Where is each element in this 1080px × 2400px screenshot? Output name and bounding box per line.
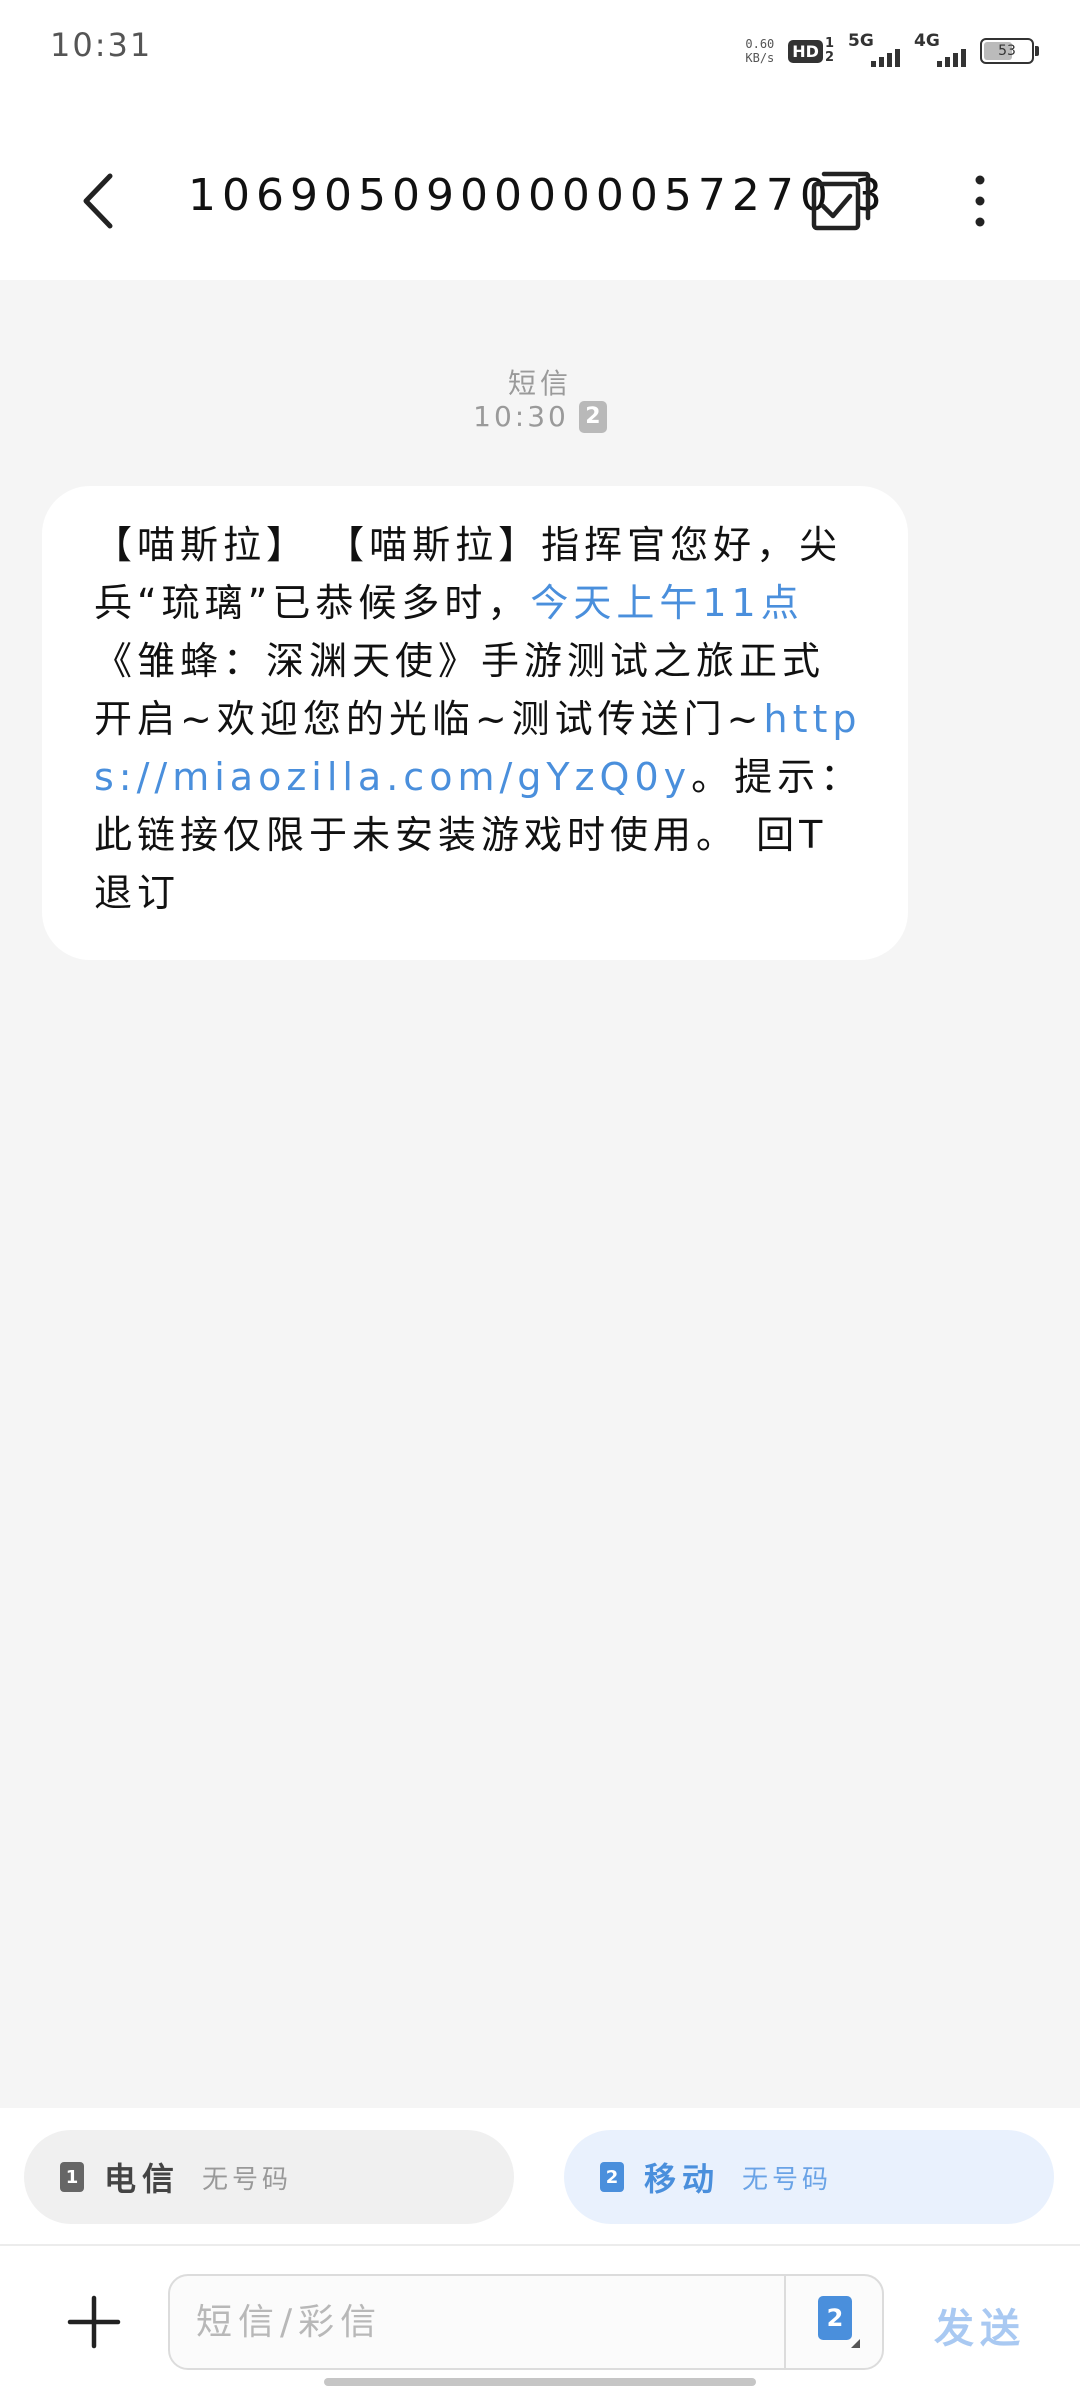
message-time-link[interactable]: 今天上午11点 [530,581,803,625]
more-options-button[interactable] [960,166,1000,236]
network-speed: 0.60 KB/s [745,37,774,65]
home-indicator[interactable] [324,2378,756,2386]
sender-number-title: 1069050900000057270 3 [188,170,888,221]
network-speed-value: 0.60 [745,37,775,51]
sim-1-carrier: 电信 [104,2160,181,2198]
status-bar: 10:31 0.60 KB/s HD 1 2 5G 4G 53 [0,0,1080,100]
channel-label: 短信 [507,367,572,400]
sim-switch-button[interactable]: 2 [818,2296,866,2350]
battery-level: 53 [998,43,1016,59]
sim-2-number: 无号码 [742,2164,833,2195]
sim-1-option[interactable]: 1 电信 无号码 [24,2130,514,2224]
sim-2-carrier: 移动 [644,2160,721,2198]
sim1-network-type: 5G [848,31,874,51]
message-timestamp-row: 10:30 2 [0,400,1080,433]
message-time: 10:30 [473,400,569,433]
hd-sim2: 2 [824,50,834,65]
hd-sim1: 1 [824,36,834,51]
conversation-header: 1069050900000057270 3 [0,100,1080,280]
signal-5g-icon: 5G [848,31,900,71]
plus-icon [67,2295,121,2349]
sim-2-icon: 2 [818,2296,852,2340]
send-button[interactable]: 发送 [934,2296,1026,2354]
message-composer: 2 发送 [0,2244,1080,2400]
multi-select-check-icon [811,171,871,231]
message-list[interactable]: 短信 10:30 2 【喵斯拉】 【喵斯拉】指挥官您好，尖兵“琉璃”已恭候多时，… [0,280,1080,2108]
sim-2-icon: 2 [600,2162,624,2192]
battery-icon: 53 [980,38,1039,64]
input-divider [784,2276,786,2368]
status-icons: 0.60 KB/s HD 1 2 5G 4G 53 [745,28,1039,74]
hd-label: HD [788,39,823,63]
corner-triangle-icon [851,2339,860,2348]
hd-volte-icon: HD 1 2 [788,37,834,65]
back-button[interactable] [70,166,130,236]
hd-sim-indexes: 1 2 [825,37,834,65]
more-vertical-icon [975,175,985,227]
message-input[interactable] [170,2276,784,2368]
sim2-network-type: 4G [914,31,940,51]
signal-bars-icon [871,49,900,67]
signal-4g-icon: 4G [914,31,966,71]
chevron-left-icon [83,173,113,229]
message-text-part2: 《雏蜂：深渊天使》手游测试之旅正式开启~欢迎您的光临~测试传送门~ [94,639,826,741]
multi-select-button[interactable] [808,168,874,234]
add-attachment-button[interactable] [64,2292,124,2352]
sim-selector: 1 电信 无号码 2 移动 无号码 [0,2108,1080,2244]
sim-1-icon: 1 [60,2162,84,2192]
sim-2-icon: 2 [578,400,607,433]
message-input-box: 2 [168,2274,884,2370]
sim-1-number: 无号码 [202,2164,293,2195]
status-time: 10:31 [50,26,153,64]
signal-bars-icon [937,49,966,67]
network-speed-unit: KB/s [745,51,775,65]
message-bubble[interactable]: 【喵斯拉】 【喵斯拉】指挥官您好，尖兵“琉璃”已恭候多时，今天上午11点《雏蜂：… [42,486,908,960]
sim-2-option[interactable]: 2 移动 无号码 [564,2130,1054,2224]
